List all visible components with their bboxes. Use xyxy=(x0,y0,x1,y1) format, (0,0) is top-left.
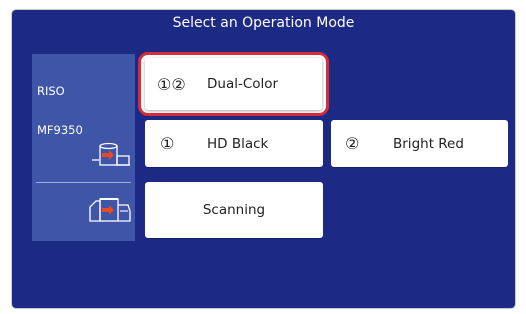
device-brand: RISO xyxy=(37,84,65,98)
operation-mode-screen: Select an Operation Mode RISO MF9350 ①② … xyxy=(12,10,515,308)
scanner-printer-icon xyxy=(89,198,131,222)
dual-color-number: ①② xyxy=(157,74,186,94)
dual-color-label: Dual-Color xyxy=(207,76,279,92)
device-panel: RISO MF9350 xyxy=(32,54,135,241)
bright-red-button[interactable]: ② Bright Red xyxy=(331,120,508,167)
dual-color-button[interactable]: ①② Dual-Color xyxy=(145,58,322,110)
hd-black-number: ① xyxy=(160,134,175,153)
hd-black-label: HD Black xyxy=(207,135,269,152)
bright-red-number: ② xyxy=(345,134,360,153)
scanning-button[interactable]: Scanning xyxy=(145,182,323,238)
screen-title: Select an Operation Mode xyxy=(172,15,355,31)
device-name: RISO MF9350 xyxy=(37,59,83,163)
printer-icon xyxy=(92,142,130,166)
scanning-label: Scanning xyxy=(202,202,266,218)
panel-divider xyxy=(36,182,131,183)
device-model: MF9350 xyxy=(37,123,83,137)
hd-black-button[interactable]: ① HD Black xyxy=(145,120,323,167)
bright-red-label: Bright Red xyxy=(393,135,464,152)
display-frame: Select an Operation Mode RISO MF9350 ①② … xyxy=(0,0,526,314)
